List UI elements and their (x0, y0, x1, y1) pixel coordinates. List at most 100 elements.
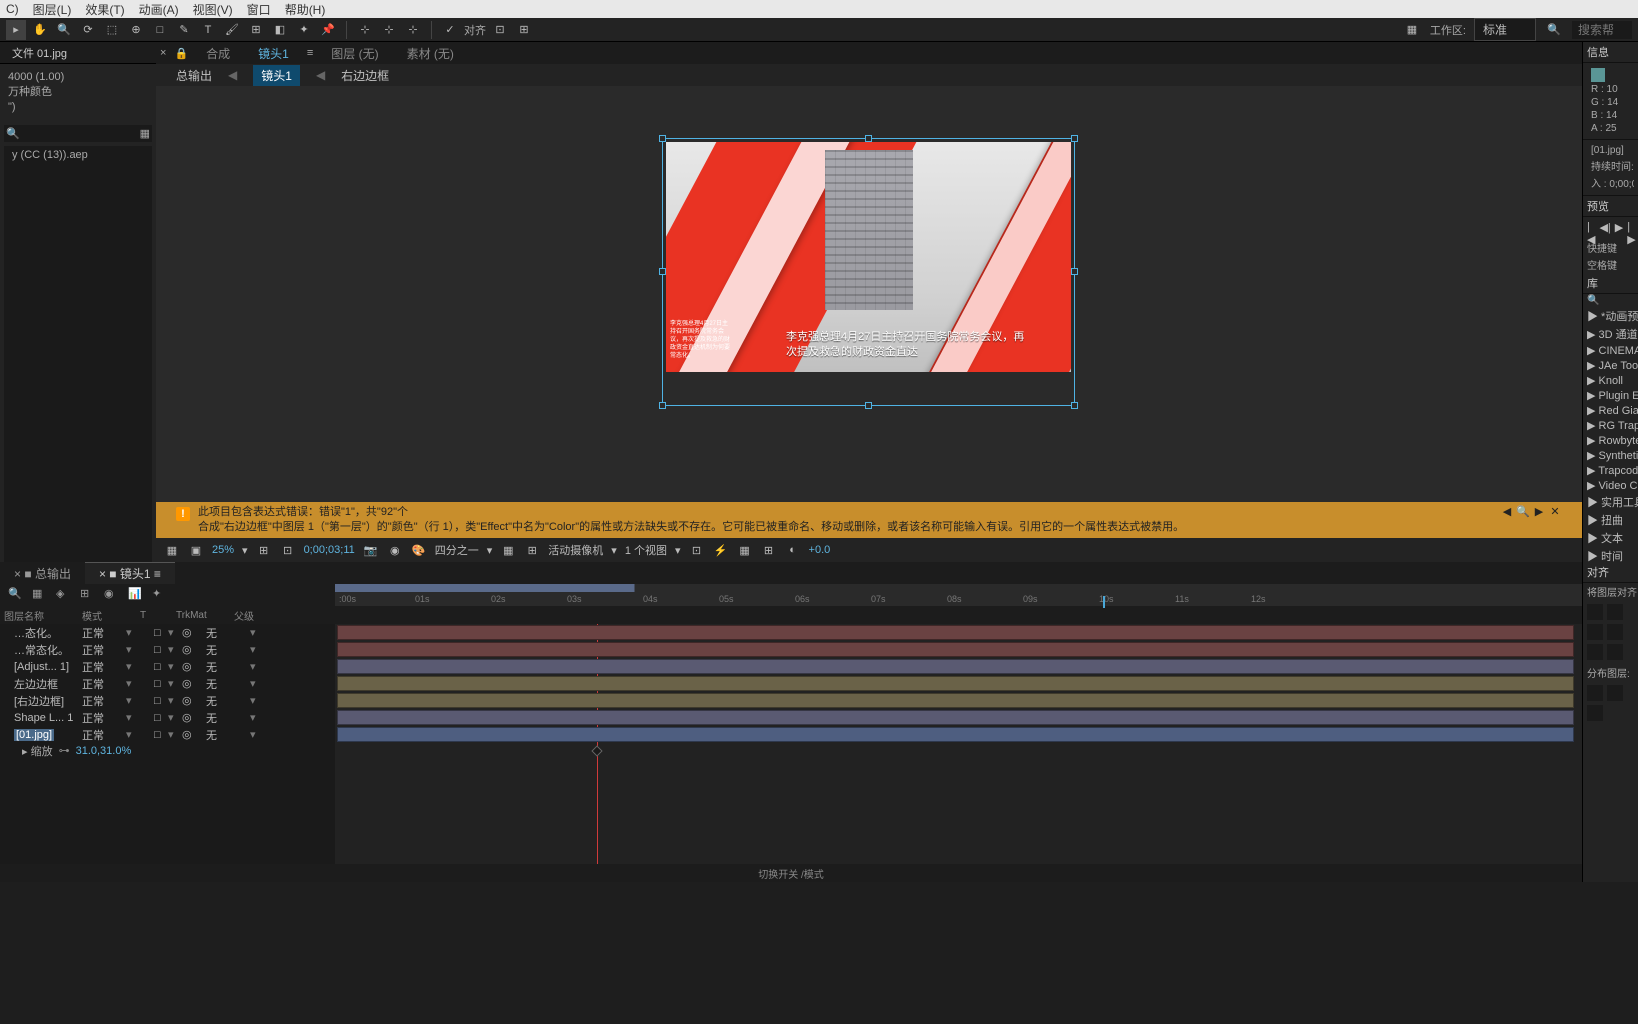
warning-search-icon[interactable]: 🔍 (1516, 505, 1530, 519)
layer-row[interactable]: …常态化。正常▾□▾◎无▾ (0, 641, 335, 658)
comp-tab-comp[interactable]: 合成 (196, 43, 240, 64)
axis-world-icon[interactable]: ⊹ (379, 20, 399, 40)
brain-icon[interactable]: ✦ (152, 587, 168, 603)
exposure-value[interactable]: +0.0 (809, 544, 831, 556)
track-bar[interactable] (337, 642, 1574, 657)
roto-tool-icon[interactable]: ✦ (294, 20, 314, 40)
breadcrumb-item-active[interactable]: 镜头1 (253, 65, 300, 86)
next-frame-icon[interactable]: |▶ (1627, 221, 1635, 235)
layer-row[interactable]: Shape L... 1正常▾□▾◎无▾ (0, 709, 335, 726)
project-tab[interactable]: 文件 01.jpg (4, 43, 75, 63)
track-bar[interactable] (337, 710, 1574, 725)
track-bar[interactable] (337, 659, 1574, 674)
3d-icon[interactable]: ⊞ (524, 542, 540, 558)
comp-tab-footage[interactable]: 素材 (无) (397, 43, 464, 64)
menu-item[interactable]: 视图(V) (193, 1, 233, 18)
track-area[interactable] (335, 624, 1582, 864)
project-folder-icon[interactable]: ▦ (140, 127, 150, 140)
breadcrumb-item[interactable]: 总输出 (176, 67, 212, 84)
snap-opt1-icon[interactable]: ⊡ (490, 20, 510, 40)
effects-category[interactable]: ▶ Knoll (1583, 373, 1638, 388)
play-icon[interactable]: ▶ (1615, 221, 1623, 235)
effects-category[interactable]: ▶ 3D 通道 (1583, 325, 1638, 343)
reset-exposure-icon[interactable]: ◐ (785, 542, 801, 558)
menu-item[interactable]: 效果(T) (85, 1, 124, 18)
fast-preview-icon[interactable]: ⚡ (713, 542, 729, 558)
effects-category[interactable]: ▶ *动画预 (1583, 307, 1638, 325)
shy-icon[interactable]: ◈ (56, 587, 72, 603)
timecode[interactable]: 0;00;03;11 (304, 544, 355, 556)
lock-icon[interactable]: 🔒 (174, 47, 188, 60)
search-icon[interactable]: 🔍 (1544, 20, 1564, 40)
close-tab-icon[interactable]: × (160, 47, 166, 59)
first-frame-icon[interactable]: |◀ (1587, 221, 1595, 235)
snap-opt2-icon[interactable]: ⊞ (514, 20, 534, 40)
align-bottom-icon[interactable] (1607, 644, 1623, 660)
effects-category[interactable]: ▶ RG Trapco (1583, 418, 1638, 433)
effects-category[interactable]: ▶ 实用工具 (1583, 493, 1638, 511)
dist-vcenter-icon[interactable] (1607, 685, 1623, 701)
flowchart-icon[interactable]: ⊞ (761, 542, 777, 558)
camera-tool-icon[interactable]: ⬚ (102, 20, 122, 40)
brush-tool-icon[interactable]: 🖌 (222, 20, 242, 40)
search-icon[interactable]: 🔍 (8, 587, 24, 603)
search-icon[interactable]: 🔍 (1587, 295, 1599, 306)
graph-icon[interactable]: 📊 (128, 587, 144, 603)
warning-close-icon[interactable]: ✕ (1548, 505, 1562, 519)
zoom-dropdown[interactable]: 25% (212, 544, 234, 556)
shape-tool-icon[interactable]: □ (150, 20, 170, 40)
pixel-aspect-icon[interactable]: ⊡ (689, 542, 705, 558)
rotate-tool-icon[interactable]: ⟳ (78, 20, 98, 40)
timeline-footer[interactable]: 切换开关 /模式 (0, 864, 1582, 882)
motion-blur-icon[interactable]: ◉ (104, 587, 120, 603)
eraser-tool-icon[interactable]: ◧ (270, 20, 290, 40)
quality-dropdown[interactable]: 四分之一 (435, 542, 479, 558)
effects-category[interactable]: ▶ 扭曲 (1583, 511, 1638, 529)
project-item[interactable]: y (CC (13)).aep (4, 146, 152, 164)
toggle-mask-icon[interactable]: ▣ (188, 542, 204, 558)
layer-row[interactable]: 左边边框正常▾□▾◎无▾ (0, 675, 335, 692)
selection-tool-icon[interactable]: ▸ (6, 20, 26, 40)
effects-category[interactable]: ▶ Trapcode (1583, 463, 1638, 478)
timeline-icon[interactable]: ▦ (737, 542, 753, 558)
effects-category[interactable]: ▶ CINEMA 4 (1583, 343, 1638, 358)
track-bar[interactable] (337, 727, 1574, 742)
snap-check-icon[interactable]: ✓ (440, 20, 460, 40)
color-icon[interactable]: 🎨 (411, 542, 427, 558)
puppet-tool-icon[interactable]: 📌 (318, 20, 338, 40)
align-left-icon[interactable] (1587, 604, 1603, 620)
transparency-icon[interactable]: ▦ (500, 542, 516, 558)
layer-row[interactable]: [01.jpg]正常▾□▾◎无▾ (0, 726, 335, 743)
camera-dropdown[interactable]: 活动摄像机 (548, 542, 603, 558)
panbehind-tool-icon[interactable]: ⊕ (126, 20, 146, 40)
align-hcenter-icon[interactable] (1607, 604, 1623, 620)
menu-item[interactable]: 图层(L) (33, 1, 72, 18)
menu-item[interactable]: 动画(A) (139, 1, 179, 18)
text-tool-icon[interactable]: T (198, 20, 218, 40)
views-dropdown[interactable]: 1 个视图 (625, 542, 667, 558)
workspace-dropdown[interactable]: 标准 (1474, 18, 1536, 41)
axis-view-icon[interactable]: ⊹ (403, 20, 423, 40)
menu-item[interactable]: 窗口 (247, 1, 271, 18)
search-input[interactable] (1572, 21, 1632, 39)
zoom-tool-icon[interactable]: 🔍 (54, 20, 74, 40)
comp-tab-layer[interactable]: 图层 (无) (321, 43, 388, 64)
axis-local-icon[interactable]: ⊹ (355, 20, 375, 40)
roi-icon[interactable]: ⊡ (280, 542, 296, 558)
viewer[interactable]: 李克强总理4月27日主持召开国务院常务会议，再次提及救急的财政资金直达机制为何要… (156, 86, 1582, 502)
layer-row[interactable]: [右边边框]正常▾□▾◎无▾ (0, 692, 335, 709)
effects-category[interactable]: ▶ Rowbyte (1583, 433, 1638, 448)
snapshot-icon[interactable]: 📷 (363, 542, 379, 558)
comp-tab-shot[interactable]: 镜头1 (248, 43, 299, 64)
grid-icon[interactable]: ▦ (1402, 20, 1422, 40)
effects-category[interactable]: ▶ Video Cop (1583, 478, 1638, 493)
align-vcenter-icon[interactable] (1587, 644, 1603, 660)
timeline-tab[interactable]: × ■ 总输出 (0, 563, 85, 584)
time-ruler[interactable]: :00s 01s 02s 03s 04s 05s 06s 07s 08s 09s… (335, 584, 1582, 606)
menu-item[interactable]: C) (6, 2, 19, 16)
align-top-icon[interactable] (1607, 624, 1623, 640)
channel-icon[interactable]: ◉ (387, 542, 403, 558)
layer-row[interactable]: [Adjust... 1]正常▾□▾◎无▾ (0, 658, 335, 675)
frame-blend-icon[interactable]: ⊞ (80, 587, 96, 603)
prev-frame-icon[interactable]: ◀| (1599, 221, 1610, 235)
